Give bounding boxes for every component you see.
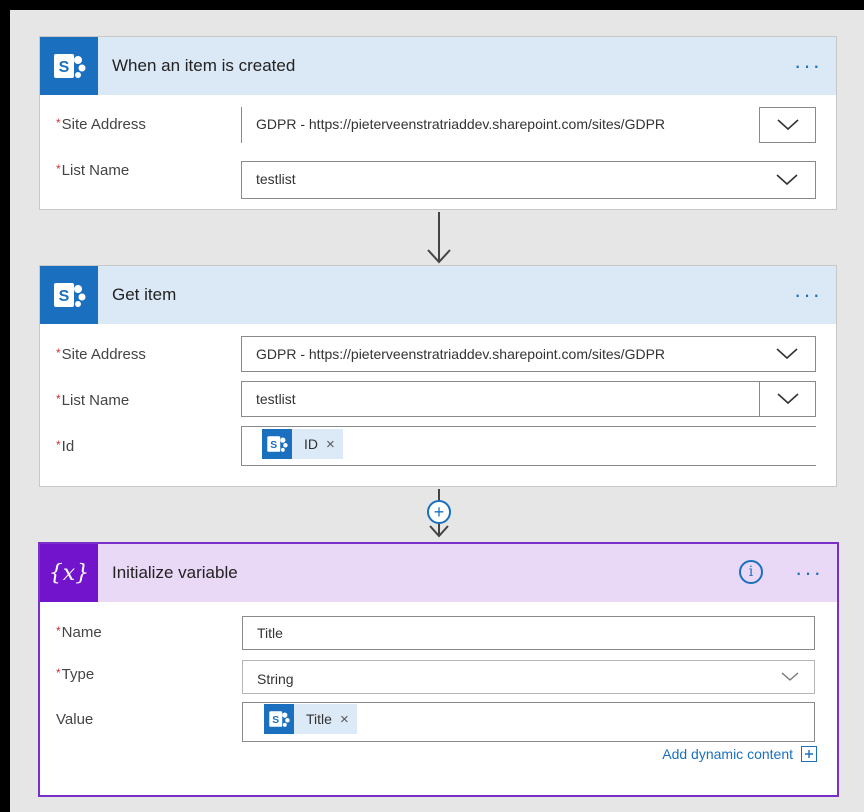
info-icon[interactable]: i (739, 560, 763, 584)
more-options-icon[interactable]: ··· (794, 37, 822, 95)
chevron-down-icon (781, 672, 799, 681)
dynamic-token-title[interactable]: S Title × (264, 704, 357, 734)
arrow-head-icon (427, 249, 451, 264)
svg-text:S: S (272, 715, 279, 726)
list-name-field[interactable]: testlist (241, 161, 816, 199)
list-name-field[interactable]: testlist (241, 381, 759, 417)
type-dropdown-chevron[interactable] (775, 665, 805, 689)
site-address-field[interactable]: GDPR - https://pieterveenstratriaddev.sh… (241, 107, 759, 143)
card-title: Get item (112, 285, 177, 304)
card-title: Initialize variable (112, 563, 238, 582)
svg-text:S: S (59, 59, 70, 76)
name-label: *Name (56, 624, 102, 641)
list-name-dropdown[interactable] (760, 162, 814, 198)
site-address-dropdown[interactable] (760, 337, 814, 371)
chevron-down-icon (776, 119, 799, 131)
svg-text:S: S (270, 440, 277, 451)
chevron-down-icon (776, 393, 799, 405)
sharepoint-icon: S (40, 266, 98, 324)
add-dynamic-content-label: Add dynamic content (662, 746, 793, 762)
value-label: Value (56, 711, 94, 728)
list-name-label: *List Name (56, 162, 130, 179)
action-card-get-item[interactable]: S Get item ··· *Site Address GDPR - http… (39, 265, 837, 487)
insert-step-button[interactable]: + (427, 500, 451, 524)
site-address-dropdown[interactable] (759, 107, 816, 143)
chevron-down-icon (776, 174, 798, 186)
site-address-label: *Site Address (56, 116, 146, 133)
chevron-down-icon (776, 348, 798, 360)
flow-designer-canvas: S When an item is created ··· *Site Addr… (10, 10, 864, 812)
site-address-label: *Site Address (56, 346, 146, 363)
sharepoint-icon: S (264, 704, 294, 734)
add-dynamic-content-link[interactable]: Add dynamic content (662, 746, 817, 762)
list-name-label: *List Name (56, 392, 130, 409)
site-address-field[interactable]: GDPR - https://pieterveenstratriaddev.sh… (241, 336, 816, 372)
type-label: *Type (56, 666, 95, 683)
get-item-card-header[interactable]: S Get item ··· (40, 266, 836, 324)
svg-text:S: S (59, 288, 70, 305)
list-name-dropdown[interactable] (759, 381, 816, 417)
id-label: *Id (56, 438, 75, 455)
variable-icon: {x} (40, 544, 98, 602)
trigger-card-header[interactable]: S When an item is created ··· (40, 37, 836, 95)
sharepoint-icon: S (40, 37, 98, 95)
trigger-card-when-item-created[interactable]: S When an item is created ··· *Site Addr… (39, 36, 837, 210)
card-title: When an item is created (112, 56, 296, 75)
more-options-icon[interactable]: ··· (795, 544, 823, 602)
arrow-head-icon (429, 525, 449, 538)
add-dynamic-content-icon (801, 746, 817, 762)
remove-token-icon[interactable]: × (326, 436, 335, 453)
variable-name-field[interactable]: Title (242, 616, 815, 650)
initialize-variable-card-header[interactable]: {x} Initialize variable i ··· (40, 544, 837, 602)
action-card-initialize-variable[interactable]: {x} Initialize variable i ··· *Name Titl… (38, 542, 839, 797)
variable-type-select[interactable]: String (242, 660, 815, 694)
more-options-icon[interactable]: ··· (794, 266, 822, 324)
token-label: ID (304, 436, 318, 452)
token-label: Title (306, 711, 332, 727)
sharepoint-icon: S (262, 429, 292, 459)
remove-token-icon[interactable]: × (340, 711, 349, 728)
plus-icon: + (433, 502, 445, 522)
dynamic-token-id[interactable]: S ID × (262, 429, 343, 459)
